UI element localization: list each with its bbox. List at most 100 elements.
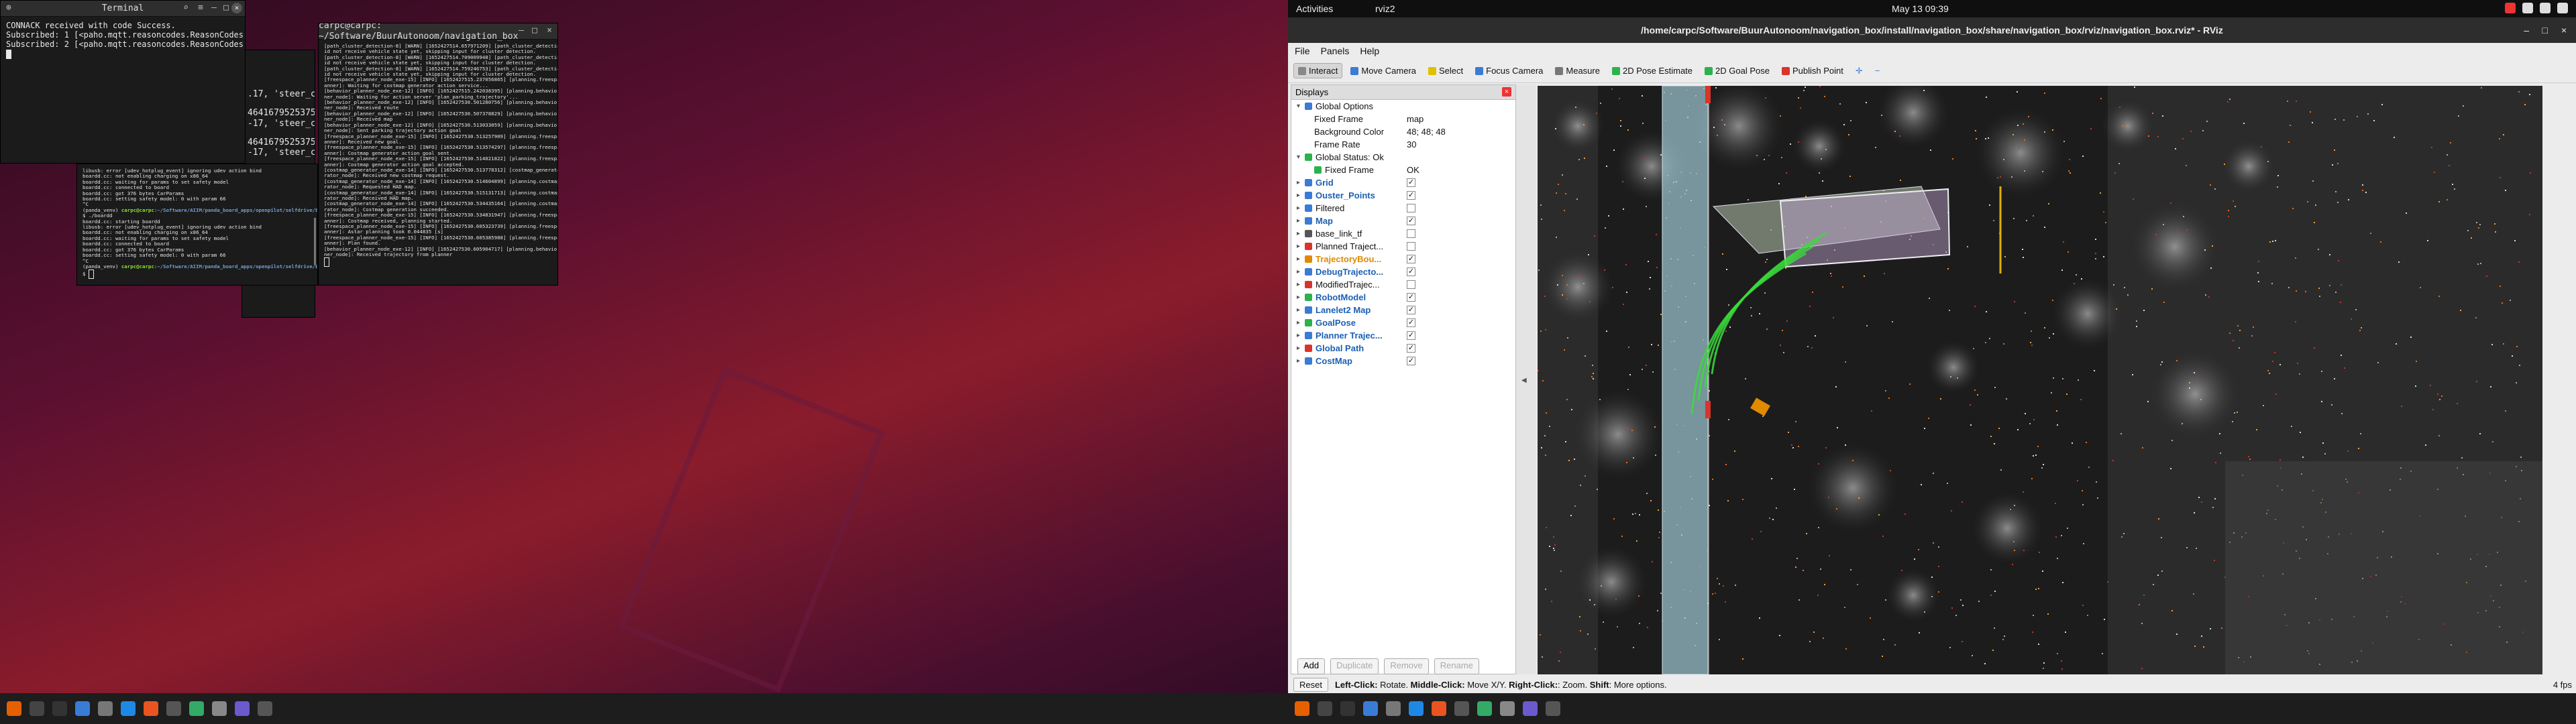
terminal-small-titlebar[interactable]: ⊕ Terminal ⌕ ≡ – □ × (1, 1, 245, 17)
search-icon[interactable]: ⌕ (183, 3, 189, 13)
expand-arrow-icon[interactable]: ▸ (1297, 316, 1300, 329)
tool-measure[interactable]: Measure (1551, 64, 1604, 78)
firefox-icon[interactable] (7, 701, 21, 716)
expand-arrow-icon[interactable]: ▸ (1297, 202, 1300, 215)
displays-header[interactable]: Displays × (1291, 85, 1515, 100)
remove-tool-icon[interactable]: − (1871, 64, 1884, 78)
apps-grid-icon[interactable] (258, 701, 272, 716)
terminal-navigation[interactable]: carpc@carpc: ~/Software/BuurAutonoom/nav… (318, 23, 558, 286)
terminal-panda[interactable]: libusb: error [udev_hotplug_event] ignor… (76, 164, 318, 286)
remove-button[interactable]: Remove (1384, 658, 1429, 674)
tool-2d-pose-estimate[interactable]: 2D Pose Estimate (1608, 64, 1697, 78)
expand-arrow-icon[interactable]: ▸ (1297, 240, 1300, 253)
close-icon[interactable]: × (2561, 17, 2567, 43)
display-trajectorybou-[interactable]: ▸ TrajectoryBou... ✓ (1291, 253, 1515, 265)
close-icon[interactable]: × (231, 3, 242, 13)
settings-icon[interactable] (98, 701, 113, 716)
display-checkbox[interactable]: ✓ (1407, 267, 1415, 276)
network-icon[interactable] (2522, 3, 2533, 13)
expand-arrow-icon[interactable]: ▸ (1297, 355, 1300, 367)
terminal-new-tab-icon[interactable]: ⊕ (6, 3, 11, 13)
display-checkbox[interactable]: ✓ (1407, 255, 1415, 263)
status-fixed-frame[interactable]: Fixed Frame OK (1291, 164, 1515, 176)
expand-arrow-icon[interactable]: ▸ (1297, 215, 1300, 227)
display-checkbox[interactable]: ✓ (1407, 318, 1415, 327)
rename-button[interactable]: Rename (1434, 658, 1479, 674)
tool-select[interactable]: Select (1424, 64, 1467, 78)
apps-grid-icon[interactable] (1546, 701, 1560, 716)
display-checkbox[interactable] (1407, 229, 1415, 238)
global-options[interactable]: ▾ Global Options (1291, 100, 1515, 113)
clock[interactable]: May 13 09:39 (1892, 3, 1949, 14)
display-planned-traject-[interactable]: ▸ Planned Traject... (1291, 240, 1515, 253)
display-modifiedtrajec-[interactable]: ▸ ModifiedTrajec... (1291, 278, 1515, 291)
apps-icon[interactable] (1477, 701, 1492, 716)
display-grid[interactable]: ▸ Grid ✓ (1291, 176, 1515, 189)
expand-arrow-icon[interactable]: ▸ (1297, 227, 1300, 240)
display-map[interactable]: ▸ Map ✓ (1291, 215, 1515, 227)
terminal-icon[interactable] (1340, 701, 1355, 716)
global-status[interactable]: ▾ Global Status: Ok (1291, 151, 1515, 164)
collapse-arrow-icon[interactable]: ◀ (1521, 377, 1527, 384)
vscode-icon[interactable] (1409, 701, 1424, 716)
activities-button[interactable]: Activities (1296, 3, 1333, 14)
tray-app-icon[interactable] (2505, 3, 2516, 13)
expand-arrow-icon[interactable]: ▾ (1297, 100, 1300, 113)
frame-rate[interactable]: Frame Rate 30 (1291, 138, 1515, 151)
background-color[interactable]: Background Color 48; 48; 48 (1291, 125, 1515, 138)
files-icon[interactable] (1318, 701, 1332, 716)
terminal-nav-titlebar[interactable]: carpc@carpc: ~/Software/BuurAutonoom/nav… (319, 23, 557, 42)
text-icon[interactable] (1454, 701, 1469, 716)
menu-file[interactable]: File (1295, 46, 1310, 56)
tool-move-camera[interactable]: Move Camera (1346, 64, 1420, 78)
display-checkbox[interactable] (1407, 242, 1415, 251)
minimize-icon[interactable]: – (2524, 17, 2529, 43)
panel-splitter[interactable]: ◀ (1516, 84, 1536, 674)
display-robotmodel[interactable]: ▸ RobotModel ✓ (1291, 291, 1515, 304)
display-checkbox[interactable]: ✓ (1407, 293, 1415, 302)
settings-icon[interactable] (1386, 701, 1401, 716)
display-checkbox[interactable]: ✓ (1407, 344, 1415, 353)
display-checkbox[interactable]: ✓ (1407, 217, 1415, 225)
expand-arrow-icon[interactable]: ▸ (1297, 253, 1300, 265)
minimize-icon[interactable]: – (519, 25, 524, 36)
expand-arrow-icon[interactable]: ▸ (1297, 342, 1300, 355)
folder-icon[interactable] (1500, 701, 1515, 716)
app-menu[interactable]: rviz2 (1375, 3, 1395, 14)
display-filtered[interactable]: ▸ Filtered (1291, 202, 1515, 215)
software-icon[interactable] (144, 701, 158, 716)
display-ouster-points[interactable]: ▸ Ouster_Points ✓ (1291, 189, 1515, 202)
maximize-icon[interactable]: □ (223, 3, 229, 13)
expand-arrow-icon[interactable]: ▸ (1297, 278, 1300, 291)
app-icon[interactable] (1523, 701, 1538, 716)
tool-publish-point[interactable]: Publish Point (1778, 64, 1847, 78)
add-button[interactable]: Add (1297, 658, 1326, 674)
expand-arrow-icon[interactable]: ▾ (1297, 151, 1300, 164)
menu-help[interactable]: Help (1360, 46, 1379, 56)
window-titlebar[interactable]: /home/carpc/Software/BuurAutonoom/naviga… (1288, 17, 2576, 43)
expand-arrow-icon[interactable]: ▸ (1297, 265, 1300, 278)
display-lanelet2-map[interactable]: ▸ Lanelet2 Map ✓ (1291, 304, 1515, 316)
close-panel-icon[interactable]: × (1502, 87, 1511, 97)
tool-interact[interactable]: Interact (1293, 63, 1343, 78)
power-icon[interactable] (2557, 3, 2568, 13)
display-checkbox[interactable] (1407, 280, 1415, 289)
tool-focus-camera[interactable]: Focus Camera (1471, 64, 1547, 78)
display-checkbox[interactable]: ✓ (1407, 331, 1415, 340)
display-checkbox[interactable]: ✓ (1407, 178, 1415, 187)
expand-arrow-icon[interactable]: ▸ (1297, 329, 1300, 342)
terminal-icon[interactable] (52, 701, 67, 716)
display-planner-trajec-[interactable]: ▸ Planner Trajec... ✓ (1291, 329, 1515, 342)
duplicate-button[interactable]: Duplicate (1330, 658, 1379, 674)
expand-arrow-icon[interactable]: ▸ (1297, 304, 1300, 316)
maximize-icon[interactable]: □ (532, 25, 537, 36)
display-checkbox[interactable]: ✓ (1407, 306, 1415, 314)
display-checkbox[interactable] (1407, 204, 1415, 213)
files-icon[interactable] (30, 701, 44, 716)
expand-arrow-icon[interactable]: ▸ (1297, 189, 1300, 202)
vscode-icon[interactable] (121, 701, 136, 716)
terminal-small[interactable]: ⊕ Terminal ⌕ ≡ – □ × CONNACK received wi… (0, 0, 246, 164)
software-icon[interactable] (1432, 701, 1446, 716)
volume-icon[interactable] (2540, 3, 2551, 13)
text-icon[interactable] (166, 701, 181, 716)
